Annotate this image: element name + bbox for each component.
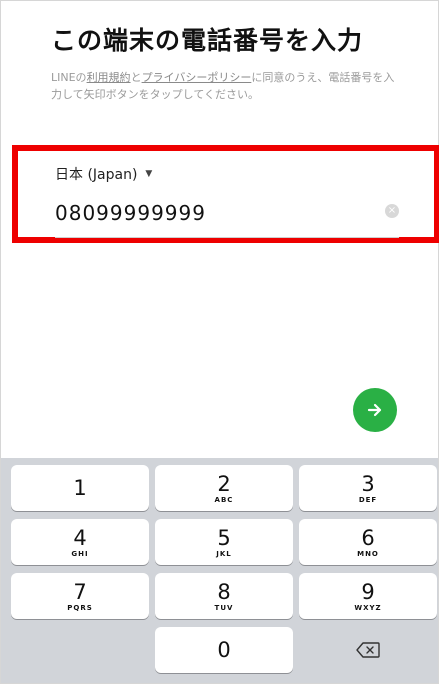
key-2[interactable]: 2 ABC <box>155 465 293 511</box>
backspace-key[interactable] <box>299 627 437 673</box>
key-digit: 0 <box>217 638 231 662</box>
key-letters: PQRS <box>67 603 93 612</box>
arrow-right-icon <box>367 403 382 417</box>
key-digit: 7 <box>73 579 87 604</box>
key-digit: 3 <box>361 471 375 496</box>
phone-number-input[interactable]: 08099999999 <box>55 201 206 225</box>
key-letters: JKL <box>216 549 232 558</box>
numeric-keypad: 1 2 ABC 3 DEF 4 GHI 5 JKL 6 MNO 7 PQRS 8… <box>1 458 438 683</box>
highlight-box <box>12 145 439 243</box>
key-3[interactable]: 3 DEF <box>299 465 437 511</box>
key-7[interactable]: 7 PQRS <box>11 573 149 619</box>
terms-prefix: LINEの <box>51 71 87 84</box>
next-button[interactable] <box>353 388 397 432</box>
key-4[interactable]: 4 GHI <box>11 519 149 565</box>
key-digit: 2 <box>217 471 231 496</box>
key-6[interactable]: 6 MNO <box>299 519 437 565</box>
app-screen: この端末の電話番号を入力 LINEの利用規約とプライバシーポリシーに同意のうえ、… <box>0 0 439 684</box>
key-digit: 4 <box>73 525 87 550</box>
key-digit: 8 <box>217 579 231 604</box>
privacy-policy-link[interactable]: プライバシーポリシー <box>142 71 252 84</box>
page-title: この端末の電話番号を入力 <box>51 26 364 55</box>
input-underline <box>55 237 399 238</box>
clear-icon[interactable]: × <box>385 204 399 218</box>
terms-notice: LINEの利用規約とプライバシーポリシーに同意のうえ、電話番号を入力して矢印ボタ… <box>51 69 401 103</box>
key-letters: GHI <box>71 549 89 558</box>
key-digit: 5 <box>217 525 231 550</box>
caret-down-icon: ▼ <box>145 169 153 179</box>
key-digit: 1 <box>73 476 87 500</box>
key-0[interactable]: 0 <box>155 627 293 673</box>
terms-and: と <box>130 71 142 84</box>
key-digit: 6 <box>361 525 375 550</box>
terms-of-use-link[interactable]: 利用規約 <box>87 71 131 84</box>
key-1[interactable]: 1 <box>11 465 149 511</box>
key-letters: DEF <box>358 495 378 504</box>
key-letters: MNO <box>357 549 379 558</box>
key-letters: TUV <box>214 603 234 612</box>
country-label: 日本 (Japan) <box>55 167 138 183</box>
backspace-icon <box>356 642 380 658</box>
key-8[interactable]: 8 TUV <box>155 573 293 619</box>
key-letters: ABC <box>214 495 234 504</box>
key-letters: WXYZ <box>354 603 382 612</box>
key-5[interactable]: 5 JKL <box>155 519 293 565</box>
key-9[interactable]: 9 WXYZ <box>299 573 437 619</box>
country-selector[interactable]: 日本 (Japan) ▼ <box>55 164 152 184</box>
key-digit: 9 <box>361 579 375 604</box>
key-empty <box>11 627 149 673</box>
